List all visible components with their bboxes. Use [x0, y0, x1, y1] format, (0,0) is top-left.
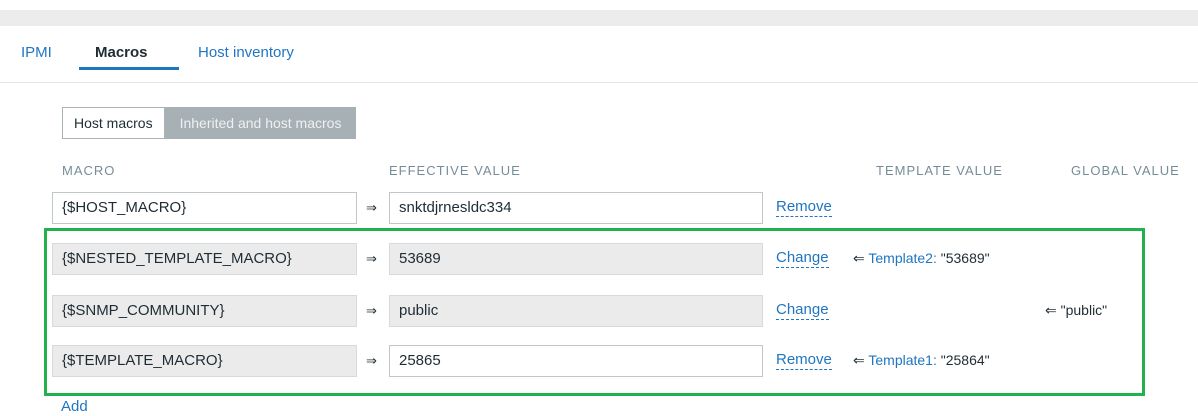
inherited-macros-highlight [44, 228, 1145, 396]
macro-value-field[interactable]: snktdjrnesldc334 [389, 192, 763, 224]
top-bar [0, 10, 1198, 26]
active-tab-indicator [79, 67, 179, 70]
tab-ipmi[interactable]: IPMI [21, 44, 52, 61]
column-header-effective-value: EFFECTIVE VALUE [389, 163, 521, 178]
column-header-macro: MACRO [62, 163, 116, 178]
column-header-global-value: GLOBAL VALUE [1071, 163, 1180, 178]
column-header-template-value: TEMPLATE VALUE [876, 163, 1003, 178]
macro-view-toggle: Host macros Inherited and host macros [62, 107, 357, 139]
arrow-right-icon: ⇒ [366, 200, 377, 215]
host-macros-option[interactable]: Host macros [62, 107, 165, 139]
tab-macros[interactable]: Macros [95, 44, 148, 61]
add-macro-button[interactable]: Add [61, 398, 88, 415]
remove-button[interactable]: Remove [776, 198, 832, 217]
tabs-divider [0, 82, 1198, 83]
macro-name-field[interactable]: {$HOST_MACRO} [52, 192, 357, 224]
inherited-macros-option[interactable]: Inherited and host macros [164, 107, 357, 139]
tab-host-inventory[interactable]: Host inventory [198, 44, 294, 61]
